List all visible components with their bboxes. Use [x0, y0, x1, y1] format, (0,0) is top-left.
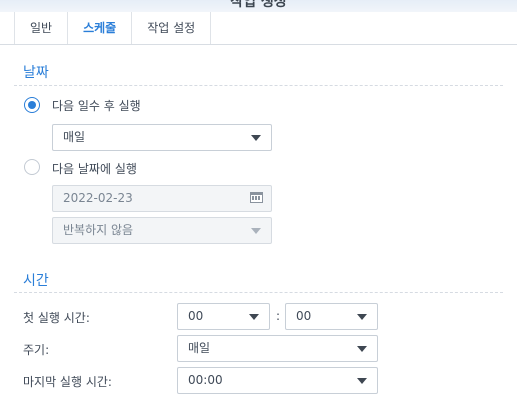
last-run-time-select[interactable]: 00:00	[177, 367, 378, 394]
chevron-down-icon	[357, 314, 367, 320]
frequency-value: 매일	[188, 341, 211, 355]
window-titlebar: 작업 생성	[0, 0, 517, 12]
first-run-time-label: 첫 실행 시간:	[23, 311, 90, 325]
chevron-down-icon	[251, 135, 261, 141]
chevron-down-icon	[251, 228, 261, 234]
tab-schedule[interactable]: 스케줄	[67, 12, 131, 44]
first-run-hour-select[interactable]: 00	[177, 303, 270, 330]
chevron-down-icon	[357, 378, 367, 384]
first-run-minute-value: 00	[296, 309, 312, 323]
last-run-time-label: 마지막 실행 시간:	[23, 375, 112, 389]
first-run-minute-select[interactable]: 00	[285, 303, 378, 330]
frequency-select[interactable]: 매일	[177, 335, 378, 362]
tab-task-settings[interactable]: 작업 설정	[131, 12, 212, 44]
tab-general[interactable]: 일반	[14, 12, 67, 44]
days-select[interactable]: 매일	[52, 124, 272, 151]
run-on-date-radio[interactable]	[24, 159, 40, 175]
tab-bar: 일반 스케줄 작업 설정	[14, 12, 212, 44]
window-title: 작업 생성	[230, 0, 287, 10]
run-on-date-label: 다음 날짜에 실행	[52, 162, 137, 176]
date-field-value: 2022-02-23	[63, 191, 133, 205]
time-separator: :	[276, 309, 281, 323]
days-select-value: 매일	[63, 130, 86, 144]
date-section-title: 날짜	[23, 65, 49, 81]
date-section-divider	[14, 85, 503, 86]
date-field[interactable]: 2022-02-23	[52, 185, 272, 212]
first-run-hour-value: 00	[188, 309, 204, 323]
run-after-days-radio[interactable]	[24, 97, 40, 113]
radio-dot	[28, 101, 36, 109]
chevron-down-icon	[357, 346, 367, 352]
last-run-time-value: 00:00	[188, 373, 223, 387]
tab-divider	[0, 44, 517, 45]
chevron-down-icon	[249, 314, 259, 320]
run-after-days-label: 다음 일수 후 실행	[52, 99, 141, 113]
time-section-title: 시간	[23, 273, 49, 289]
time-section-divider	[14, 292, 503, 293]
repeat-select[interactable]: 반복하지 않음	[52, 217, 272, 244]
repeat-select-value: 반복하지 않음	[63, 223, 134, 237]
frequency-label: 주기:	[23, 343, 50, 357]
calendar-icon[interactable]	[250, 192, 263, 203]
